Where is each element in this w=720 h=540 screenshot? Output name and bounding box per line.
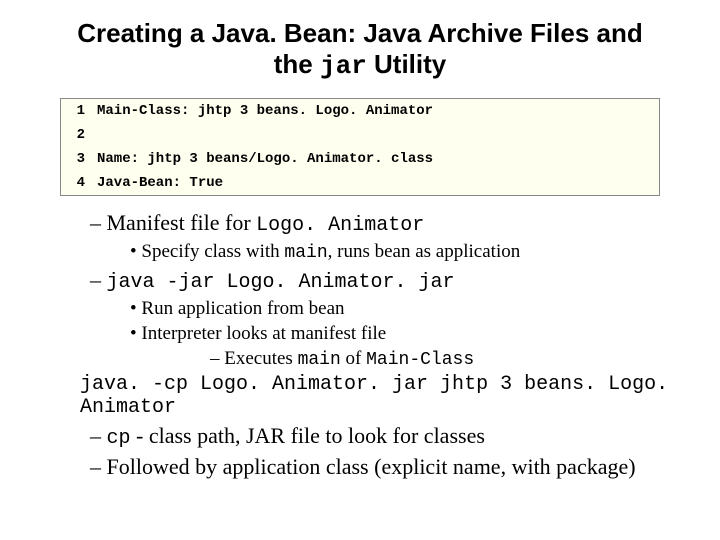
text: Interpreter looks at manifest file [141,323,386,344]
code-text: Name: jhtp 3 beans/Logo. Animator. class [91,147,659,171]
text: Run application from bean [141,298,344,319]
executes-item: Executes main of Main-Class [210,348,680,370]
line-number: 4 [61,171,91,195]
title-line1: Creating a Java. Bean: Java Archive File… [77,18,643,48]
mono: java -jar Logo. Animator. jar [107,271,455,294]
text: Specify class with [141,241,284,262]
code-row: 2 [61,123,659,147]
text: - class path, JAR file to look for class… [131,423,485,448]
line-number: 1 [61,99,91,123]
run-item: Run application from bean [130,298,680,320]
code-box: 1 Main-Class: jhtp 3 beans. Logo. Animat… [60,98,660,196]
text: Manifest file for [107,210,257,235]
content: Manifest file for Logo. Animator Specify… [70,210,680,480]
code-text: Java-Bean: True [91,171,659,195]
manifest-item: Manifest file for Logo. Animator [90,210,680,237]
text: of [341,348,366,369]
mono: Logo. Animator [256,214,424,237]
mono: main [284,243,327,263]
code-text [91,123,659,147]
specify-item: Specify class with main, runs bean as ap… [130,241,680,263]
cp-item: cp - class path, JAR file to look for cl… [90,423,680,450]
followed-item: Followed by application class (explicit … [90,454,680,480]
slide: Creating a Java. Bean: Java Archive File… [0,0,720,504]
title-line2-prefix: the [274,49,320,79]
line-number: 3 [61,147,91,171]
mono: Main-Class [366,350,474,370]
mono: cp [107,427,131,450]
line-number: 2 [61,123,91,147]
text: Executes [224,348,297,369]
interpreter-item: Interpreter looks at manifest file [130,323,680,345]
code-table: 1 Main-Class: jhtp 3 beans. Logo. Animat… [61,99,659,195]
title-line2-suffix: Utility [367,49,446,79]
mono: main [298,350,341,370]
java-jar-item: java -jar Logo. Animator. jar [90,267,680,294]
text: Followed by application class (explicit … [107,454,636,479]
code-row: 1 Main-Class: jhtp 3 beans. Logo. Animat… [61,99,659,123]
code-row: 3 Name: jhtp 3 beans/Logo. Animator. cla… [61,147,659,171]
title-jar: jar [320,51,367,81]
code-text: Main-Class: jhtp 3 beans. Logo. Animator [91,99,659,123]
slide-title: Creating a Java. Bean: Java Archive File… [40,18,680,82]
text: , runs bean as application [328,241,521,262]
code-row: 4 Java-Bean: True [61,171,659,195]
java-cp-line: java. -cp Logo. Animator. jar jhtp 3 bea… [80,373,680,419]
